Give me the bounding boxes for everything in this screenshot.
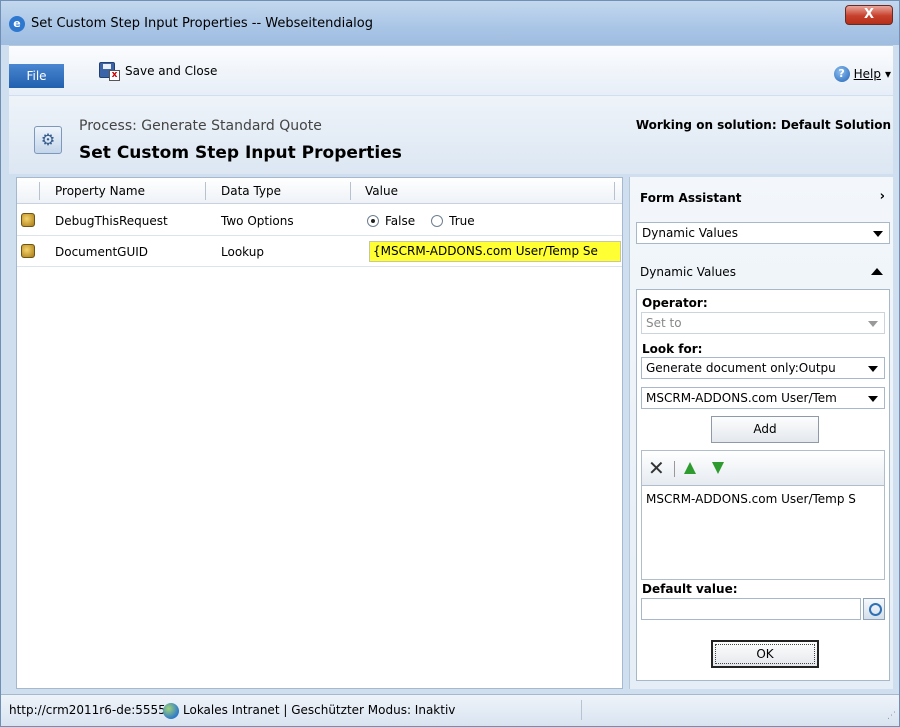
- false-radio[interactable]: [367, 215, 379, 227]
- look-for-select[interactable]: Generate document only:Outpu: [641, 357, 885, 379]
- chevron-down-icon: [868, 366, 878, 372]
- table-row[interactable]: DocumentGUID Lookup {MSCRM-ADDONS.com Us…: [17, 236, 622, 267]
- help-caret-icon: ▾: [884, 67, 891, 81]
- list-item[interactable]: MSCRM-ADDONS.com User/Temp S: [646, 492, 856, 506]
- table-row[interactable]: DebugThisRequest Two Options False True: [17, 205, 622, 236]
- values-toolbar: ✕: [641, 450, 885, 486]
- process-name: Process: Generate Standard Quote: [79, 118, 322, 134]
- dialog-window: e Set Custom Step Input Properties -- We…: [0, 0, 900, 727]
- lookup-value-field[interactable]: {MSCRM-ADDONS.com User/Temp Se: [369, 241, 621, 262]
- operator-select: Set to: [641, 312, 885, 334]
- selected-values-list[interactable]: MSCRM-ADDONS.com User/Temp S: [641, 486, 885, 580]
- collapse-chevron-icon[interactable]: ›: [880, 189, 885, 204]
- close-button[interactable]: X: [845, 5, 893, 25]
- file-tab[interactable]: File: [9, 64, 64, 88]
- chevron-down-icon: [868, 321, 878, 327]
- solution-label: Working on solution: Default Solution: [635, 118, 891, 132]
- page-header: ⚙ Process: Generate Standard Quote Set C…: [9, 96, 893, 174]
- properties-grid: Property Name Data Type Value DebugThisR…: [16, 177, 623, 689]
- grid-header: Property Name Data Type Value: [17, 178, 622, 204]
- status-url: http://crm2011r6-de:5555: [9, 703, 166, 717]
- window-title: Set Custom Step Input Properties -- Webs…: [31, 16, 373, 31]
- two-options-group: False True: [367, 214, 475, 228]
- add-button[interactable]: Add: [711, 416, 819, 443]
- default-value-label: Default value:: [642, 582, 738, 596]
- dynamic-values-panel: Operator: Set to Look for: Generate docu…: [636, 289, 890, 681]
- property-icon: [21, 244, 35, 258]
- intranet-globe-icon: [163, 703, 179, 719]
- true-label: True: [449, 214, 475, 228]
- save-and-close-label: Save and Close: [125, 64, 218, 78]
- default-value-input[interactable]: [641, 598, 861, 620]
- assistant-mode-value: Dynamic Values: [642, 226, 738, 240]
- title-bar: e Set Custom Step Input Properties -- We…: [1, 1, 899, 45]
- ok-button[interactable]: OK: [711, 640, 819, 668]
- delete-icon[interactable]: ✕: [648, 456, 665, 480]
- entity-value: MSCRM-ADDONS.com User/Tem: [646, 391, 837, 405]
- column-value[interactable]: Value: [365, 184, 398, 198]
- help-icon: ?: [833, 66, 850, 82]
- resize-grip-icon[interactable]: ⋰: [887, 711, 896, 721]
- status-bar: http://crm2011r6-de:5555 Lokales Intrane…: [1, 694, 899, 726]
- column-property-name[interactable]: Property Name: [55, 184, 145, 198]
- chevron-down-icon: [868, 396, 878, 402]
- help-label: Help: [853, 67, 881, 81]
- assistant-mode-select[interactable]: Dynamic Values: [636, 222, 890, 244]
- operator-label: Operator:: [642, 296, 708, 310]
- save-close-icon: x: [99, 62, 121, 81]
- chevron-down-icon: [873, 231, 883, 237]
- move-down-icon[interactable]: [712, 462, 724, 474]
- property-name: DebugThisRequest: [55, 214, 168, 228]
- dynamic-values-title: Dynamic Values: [640, 265, 736, 279]
- false-label: False: [385, 214, 416, 228]
- security-zone: Lokales Intranet | Geschützter Modus: In…: [183, 703, 456, 717]
- form-assistant-title: Form Assistant: [640, 191, 742, 205]
- move-up-icon[interactable]: [684, 462, 696, 474]
- lookup-search-icon[interactable]: [863, 598, 885, 620]
- help-menu[interactable]: ? Help ▾: [833, 66, 891, 82]
- data-type: Lookup: [221, 245, 264, 259]
- data-type: Two Options: [221, 214, 294, 228]
- ie-icon: e: [9, 16, 25, 32]
- ribbon: File x Save and Close ? Help ▾: [9, 45, 893, 95]
- operator-value: Set to: [646, 316, 682, 330]
- true-radio[interactable]: [431, 215, 444, 227]
- save-and-close-button[interactable]: x Save and Close: [99, 62, 218, 81]
- process-gear-icon: ⚙: [34, 126, 62, 154]
- look-for-label: Look for:: [642, 342, 703, 356]
- collapse-up-icon[interactable]: [871, 268, 883, 275]
- look-for-value: Generate document only:Outpu: [646, 361, 836, 375]
- form-assistant-panel: Form Assistant › Dynamic Values Dynamic …: [629, 177, 893, 689]
- entity-select[interactable]: MSCRM-ADDONS.com User/Tem: [641, 387, 885, 409]
- page-title: Set Custom Step Input Properties: [79, 143, 402, 163]
- column-data-type[interactable]: Data Type: [221, 184, 281, 198]
- property-icon: [21, 213, 35, 227]
- property-name: DocumentGUID: [55, 245, 149, 259]
